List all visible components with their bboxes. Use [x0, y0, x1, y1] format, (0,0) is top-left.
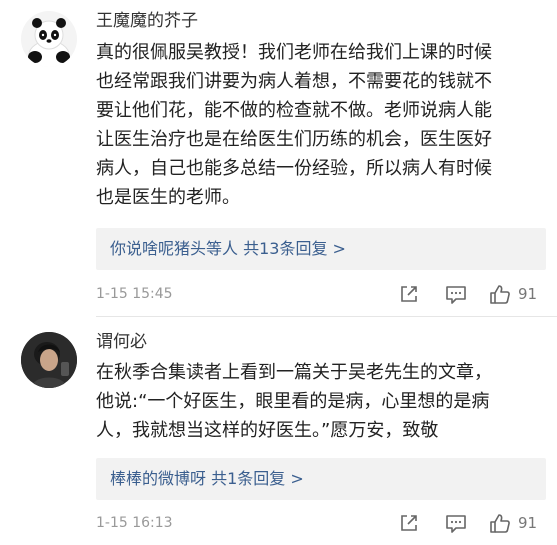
comment-text-line: 他说:“一个好医生，眼里看的是病，心里想的是病 — [96, 391, 490, 412]
share-icon — [401, 286, 417, 302]
comment-item: 谓何必 在秋季合集读者上看到一篇关于吴老先生的文章， 他说:“一个好医生，眼里看的… — [0, 318, 557, 545]
reply-authors-link[interactable]: 棒棒的微博呀 — [110, 469, 206, 488]
comment-timestamp: 1-15 16:13 — [96, 515, 173, 531]
panda-avatar[interactable] — [21, 11, 77, 67]
comment-item: 王魔魔的芥子 真的很佩服吴教授！我们老师在给我们上课的时候 也经常跟我们讲要为病人… — [0, 0, 557, 318]
comment-username[interactable]: 谓何必 — [96, 331, 147, 353]
comment-footer: 1-15 16:13 91 — [96, 511, 546, 535]
comment-list: 王魔魔的芥子 真的很佩服吴教授！我们老师在给我们上课的时候 也经常跟我们讲要为病人… — [0, 0, 557, 545]
comment-text-line: 在秋季合集读者上看到一篇关于吴老先生的文章， — [96, 362, 492, 383]
share-button[interactable] — [398, 282, 420, 306]
comment-username[interactable]: 王魔魔的芥子 — [96, 10, 198, 32]
like-count: 91 — [518, 514, 538, 532]
like-button[interactable]: 91 — [488, 282, 537, 306]
comment-button[interactable] — [444, 511, 468, 535]
person-photo-icon — [21, 332, 77, 388]
replies-preview[interactable]: 棒棒的微博呀 共1条回复 > — [96, 458, 546, 500]
comment-text-line: 病人，自己也能多总结一份经验，所以病人有时候 — [96, 158, 492, 179]
panda-plush-icon — [21, 11, 77, 67]
comment-text-line: 人，我就想当这样的好医生。”愿万安，致敬 — [96, 420, 439, 441]
comment-button[interactable] — [444, 282, 468, 306]
comment-icon — [446, 286, 466, 304]
share-button[interactable] — [398, 511, 420, 535]
comment-text-line: 让医生治疗也是在给医生们历练的机会，医生医好 — [96, 129, 492, 150]
reply-count-link[interactable]: 共13条回复 > — [243, 239, 346, 258]
comment-text-line: 也经常跟我们讲要为病人着想，不需要花的钱就不 — [96, 71, 492, 92]
comment-divider — [96, 316, 557, 317]
comment-text-line: 也是医生的老师。 — [96, 187, 240, 208]
thumbs-up-icon — [490, 285, 510, 304]
comment-text-line: 真的很佩服吴教授！我们老师在给我们上课的时候 — [96, 42, 492, 63]
thumbs-up-icon — [490, 514, 510, 533]
replies-preview[interactable]: 你说啥呢猪头等人 共13条回复 > — [96, 228, 546, 270]
reply-count-link[interactable]: 共1条回复 > — [211, 469, 304, 488]
like-count: 91 — [518, 285, 538, 303]
comment-text-line: 要让他们花，能不做的检查就不做。老师说病人能 — [96, 100, 492, 121]
comment-icon — [446, 515, 466, 533]
like-button[interactable]: 91 — [488, 511, 537, 535]
comment-timestamp: 1-15 15:45 — [96, 286, 173, 302]
person-avatar[interactable] — [21, 332, 77, 388]
comment-footer: 1-15 15:45 91 — [96, 282, 546, 306]
comment-text: 真的很佩服吴教授！我们老师在给我们上课的时候 也经常跟我们讲要为病人着想，不需要花… — [96, 38, 548, 212]
reply-authors-link[interactable]: 你说啥呢猪头等人 — [110, 239, 238, 258]
share-icon — [401, 515, 417, 531]
comment-text: 在秋季合集读者上看到一篇关于吴老先生的文章， 他说:“一个好医生，眼里看的是病，心… — [96, 358, 548, 445]
